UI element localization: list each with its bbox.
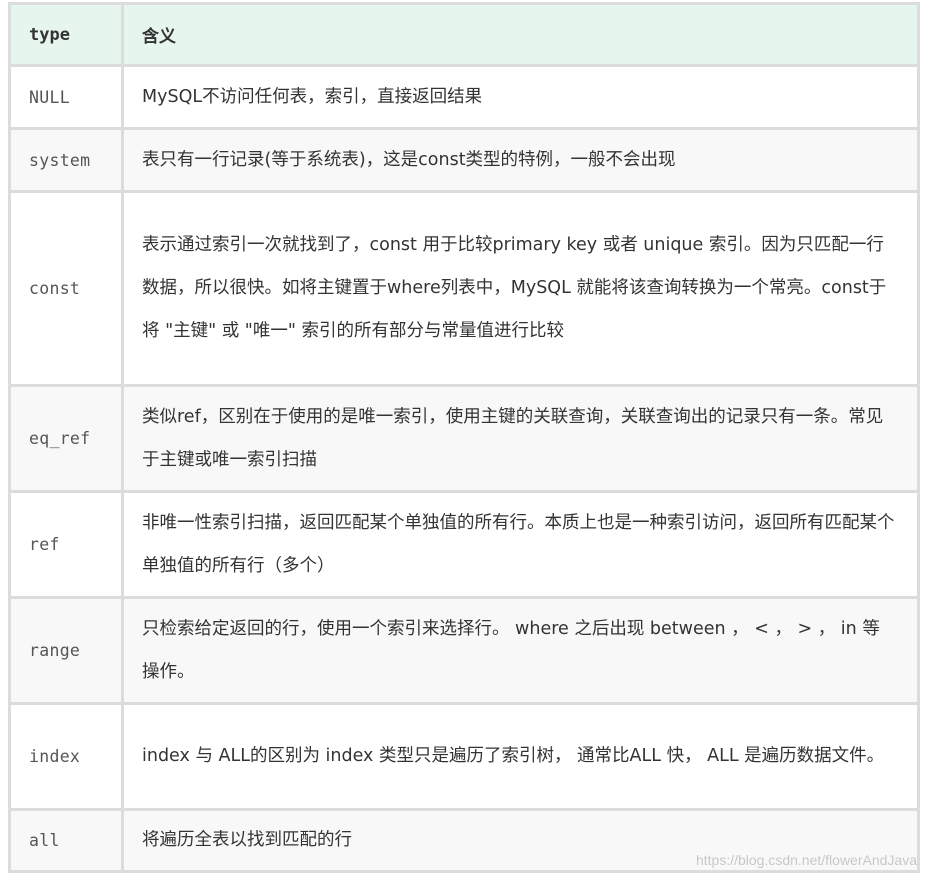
table-row: NULL MySQL不访问任何表，索引，直接返回结果 xyxy=(8,64,920,130)
table-row: system 表只有一行记录(等于系统表)，这是const类型的特例，一般不会出… xyxy=(8,127,920,193)
type-cell: all xyxy=(8,808,124,873)
type-cell: ref xyxy=(8,490,124,599)
type-cell: eq_ref xyxy=(8,384,124,493)
header-meaning: 含义 xyxy=(121,2,920,67)
meaning-cell: 只检索给定返回的行，使用一个索引来选择行。 where 之后出现 between… xyxy=(121,596,920,705)
table-row: range 只检索给定返回的行，使用一个索引来选择行。 where 之后出现 b… xyxy=(8,596,920,705)
type-cell: index xyxy=(8,702,124,811)
type-cell: const xyxy=(8,190,124,387)
meaning-cell: index 与 ALL的区别为 index 类型只是遍历了索引树， 通常比ALL… xyxy=(121,702,920,811)
meaning-cell: 表示通过索引一次就找到了，const 用于比较primary key 或者 un… xyxy=(121,190,920,387)
header-type: type xyxy=(8,2,124,67)
type-cell: NULL xyxy=(8,64,124,130)
type-cell: system xyxy=(8,127,124,193)
table-header-row: type 含义 xyxy=(8,2,920,67)
table-row: ref 非唯一性索引扫描，返回匹配某个单独值的所有行。本质上也是一种索引访问，返… xyxy=(8,490,920,599)
explain-type-table: type 含义 NULL MySQL不访问任何表，索引，直接返回结果 syste… xyxy=(8,2,920,873)
table-row: index index 与 ALL的区别为 index 类型只是遍历了索引树， … xyxy=(8,702,920,811)
source-watermark: https://blog.csdn.net/flowerAndJava xyxy=(695,852,917,868)
meaning-cell: 表只有一行记录(等于系统表)，这是const类型的特例，一般不会出现 xyxy=(121,127,920,193)
meaning-cell: 非唯一性索引扫描，返回匹配某个单独值的所有行。本质上也是一种索引访问，返回所有匹… xyxy=(121,490,920,599)
meaning-cell: 类似ref，区别在于使用的是唯一索引，使用主键的关联查询，关联查询出的记录只有一… xyxy=(121,384,920,493)
type-cell: range xyxy=(8,596,124,705)
table-row: const 表示通过索引一次就找到了，const 用于比较primary key… xyxy=(8,190,920,387)
table-row: eq_ref 类似ref，区别在于使用的是唯一索引，使用主键的关联查询，关联查询… xyxy=(8,384,920,493)
meaning-cell: MySQL不访问任何表，索引，直接返回结果 xyxy=(121,64,920,130)
